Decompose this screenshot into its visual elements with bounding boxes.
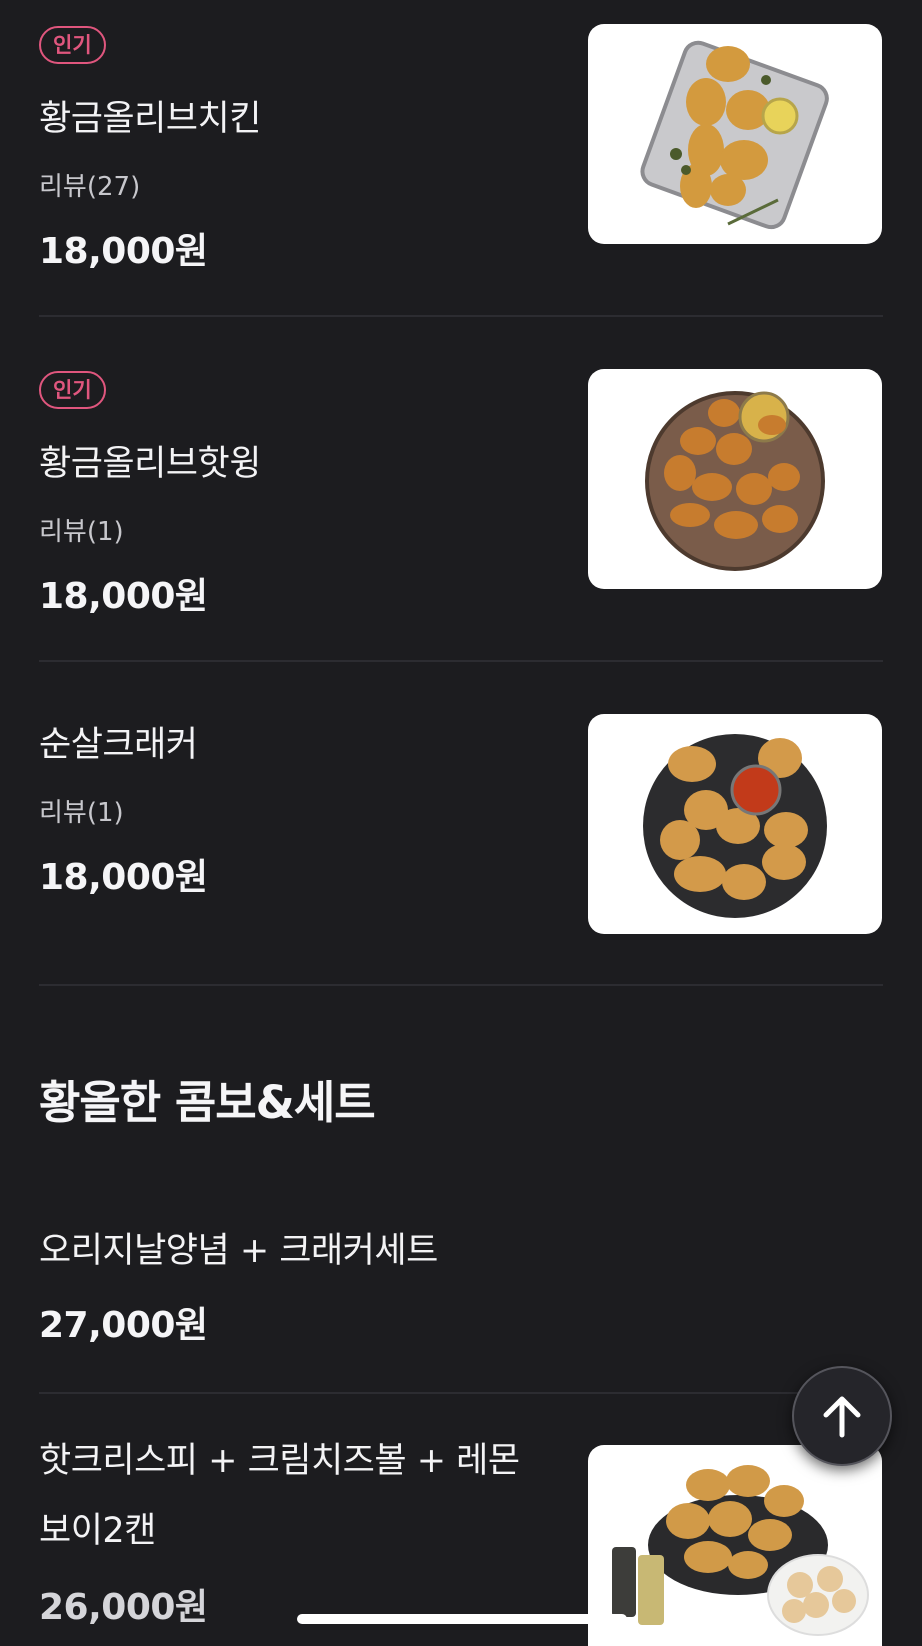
menu-item-price: 18,000원 [39, 231, 208, 272]
menu-item-price: 26,000원 [39, 1587, 208, 1628]
menu-item-name-line: 핫크리스피 + 크림치즈볼 + 레몬 [39, 1441, 520, 1481]
menu-item-price: 18,000원 [39, 857, 208, 898]
menu-item-name: 황금올리브치킨 [39, 99, 261, 139]
home-indicator [297, 1614, 627, 1624]
review-count[interactable]: 리뷰(27) [39, 166, 140, 203]
menu-item-name: 순살크래커 [39, 725, 198, 765]
menu-item-name: 핫크리스피 + 크림치즈볼 + 레몬 보이2캔 [39, 1426, 559, 1566]
section-title: 황올한 콤보&세트 [39, 1076, 376, 1129]
menu-item-name-line: 보이2캔 [39, 1511, 156, 1551]
divider [39, 660, 883, 662]
divider [39, 1392, 883, 1394]
menu-item-image[interactable] [588, 24, 882, 244]
popular-badge: 인기 [39, 371, 106, 409]
review-count[interactable]: 리뷰(1) [39, 511, 124, 548]
menu-item-name: 오리지날양념 + 크래커세트 [39, 1231, 438, 1271]
menu-item-name: 황금올리브핫윙 [39, 444, 261, 484]
menu-item[interactable]: 오리지날양념 + 크래커세트 27,000원 [39, 1210, 883, 1360]
divider [39, 315, 883, 317]
arrow-up-icon [823, 1396, 861, 1438]
popular-badge: 인기 [39, 26, 106, 64]
menu-item-image[interactable] [588, 1445, 882, 1646]
review-count[interactable]: 리뷰(1) [39, 792, 124, 829]
scroll-to-top-button[interactable] [792, 1366, 892, 1466]
menu-item-image[interactable] [588, 714, 882, 934]
divider [39, 984, 883, 986]
menu-item-price: 18,000원 [39, 576, 208, 617]
menu-item-image[interactable] [588, 369, 882, 589]
menu-item-price: 27,000원 [39, 1305, 208, 1346]
